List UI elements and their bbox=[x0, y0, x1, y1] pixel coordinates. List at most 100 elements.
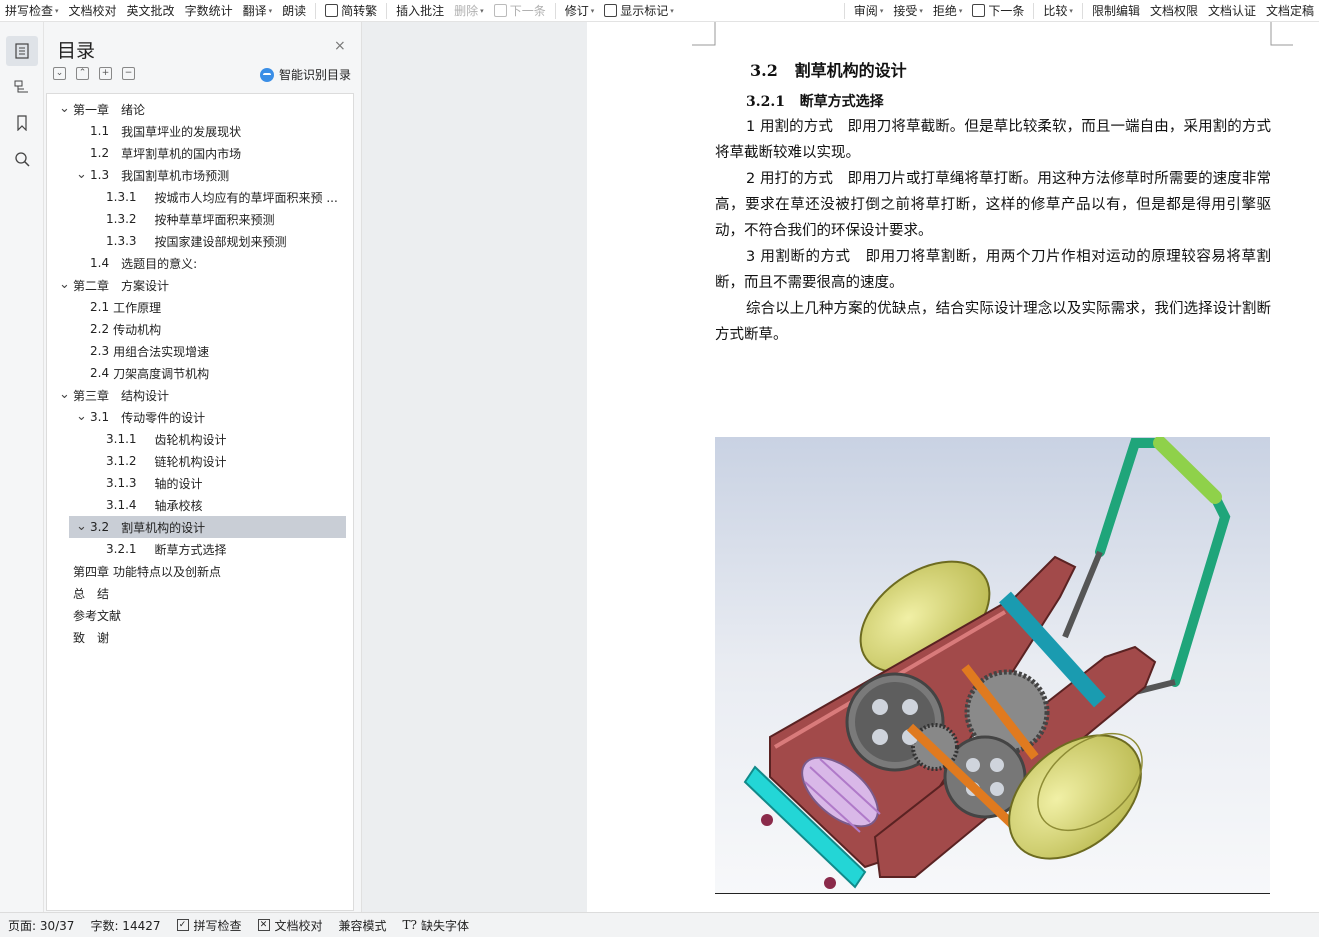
remove-icon[interactable]: − bbox=[122, 67, 135, 80]
toc-item[interactable]: 1.3.2 按种草草坪面积来预测 bbox=[47, 208, 347, 230]
ribbon-button[interactable]: 修订 ▾ bbox=[560, 0, 600, 21]
ribbon-label: 文档定稿 bbox=[1265, 4, 1314, 18]
chevron-down-icon: ▾ bbox=[1069, 6, 1073, 15]
expand-arrow-icon[interactable]: ⌄ bbox=[59, 101, 70, 116]
toc-item-number: 3.1.4 bbox=[106, 498, 137, 512]
toc-item[interactable]: ⌄ 1.3 我国割草机市场预测 bbox=[47, 164, 347, 186]
close-icon[interactable]: × bbox=[334, 38, 346, 54]
collapse-icon[interactable]: ⌃ bbox=[76, 67, 89, 80]
ribbon-label: 文档校对 bbox=[68, 4, 117, 18]
toc-item-number: 第二章 bbox=[73, 278, 110, 293]
compat-mode[interactable]: 兼容模式 bbox=[331, 917, 395, 934]
toc-item[interactable]: 2.3 用组合法实现增速 bbox=[47, 340, 347, 362]
ribbon-button[interactable]: 比较 ▾ bbox=[1038, 0, 1078, 21]
proofread-status[interactable]: ✕ 文档校对 bbox=[250, 917, 331, 934]
expand-arrow-icon[interactable]: ⌄ bbox=[59, 387, 70, 402]
ribbon-button[interactable]: 插入批注 bbox=[391, 0, 449, 21]
toc-item-number: 3.2 bbox=[90, 520, 110, 534]
ribbon-button[interactable]: 文档权限 bbox=[1145, 0, 1203, 21]
ribbon-label: 显示标记 bbox=[620, 4, 669, 18]
toc-item[interactable]: 总结 bbox=[47, 582, 347, 604]
toc-item[interactable]: ⌄ 第一章 绪论 bbox=[47, 98, 347, 120]
toc-item[interactable]: 1.3.1 按城市人均应有的草坪面积来预 ... bbox=[47, 186, 347, 208]
chevron-down-icon: ▾ bbox=[879, 6, 884, 15]
expand-arrow-icon[interactable]: ⌄ bbox=[76, 409, 87, 424]
body-paragraph: 2 用打的方式 即用刀片或打草绳将草打断。用这种方法修草时所需要的速度非常高，要… bbox=[715, 171, 1271, 239]
missing-font-status[interactable]: T? 缺失字体 bbox=[395, 917, 477, 934]
expand-arrow-icon[interactable]: ⌄ bbox=[59, 277, 70, 292]
body-paragraph: 1 用割的方式 即用刀将草截断。但是草比较柔软，而且一端自由，采用割的方式将草截… bbox=[715, 119, 1271, 161]
lawn-mower-figure[interactable] bbox=[715, 437, 1270, 894]
toc-item-number: 致 bbox=[73, 630, 86, 645]
toc-item[interactable]: 1.2 草坪割草机的国内市场 bbox=[47, 142, 347, 164]
next-change-icon bbox=[972, 4, 986, 17]
ribbon-button[interactable]: 接受 ▾ bbox=[888, 0, 928, 21]
toc-item[interactable]: 3.2.1 断草方式选择 bbox=[47, 538, 347, 560]
toc-item[interactable]: 第四章 功能特点以及创新点 bbox=[47, 560, 347, 582]
ribbon-button[interactable]: 审阅 ▾ bbox=[849, 0, 889, 21]
ribbon-button[interactable]: 文档认证 bbox=[1203, 0, 1261, 21]
toc-item-text: 齿轮机构设计 bbox=[154, 432, 227, 447]
toc-item[interactable]: 3.1.4 轴承校核 bbox=[47, 494, 347, 516]
toc-item-number: 1.3.2 bbox=[106, 212, 137, 226]
ribbon-button[interactable]: 字数统计 bbox=[180, 0, 238, 21]
proofread-icon: ✕ bbox=[257, 919, 270, 931]
toc-item-text: 我国草坪业的发展现状 bbox=[121, 124, 242, 139]
toc-item-text: 链轮机构设计 bbox=[154, 454, 227, 469]
spell-check-status[interactable]: ✓ 拼写检查 bbox=[169, 917, 250, 934]
toc-item-number: 3.1.1 bbox=[106, 432, 137, 446]
status-bar: 页面: 30/37 字数: 14427 ✓ 拼写检查 ✕ 文档校对 兼容模式 T? 缺… bbox=[0, 912, 1319, 937]
ribbon-label: 英文批改 bbox=[126, 4, 175, 18]
toc-icon[interactable] bbox=[6, 36, 38, 66]
page-indicator[interactable]: 页面: 30/37 bbox=[0, 917, 82, 934]
toc-item[interactable]: 2.1 工作原理 bbox=[47, 296, 347, 318]
expand-icon[interactable]: ⌄ bbox=[53, 67, 66, 80]
ribbon-button[interactable]: 显示标记 ▾ bbox=[599, 0, 679, 21]
toc-item[interactable]: 1.3.3 按国家建设部规划来预测 bbox=[47, 230, 347, 252]
ribbon-button[interactable]: 拼写检查 ▾ bbox=[0, 0, 64, 21]
toc-item[interactable]: 2.4 刀架高度调节机构 bbox=[47, 362, 347, 384]
ribbon-button[interactable]: 删除 ▾ bbox=[449, 0, 489, 21]
toc-item[interactable]: 1.4 选题目的意义: bbox=[47, 252, 347, 274]
toc-item[interactable]: ⌄ 第二章 方案设计 bbox=[47, 274, 347, 296]
toc-item[interactable]: 1.1 我国草坪业的发展现状 bbox=[47, 120, 347, 142]
ribbon-button[interactable]: 下一条 bbox=[489, 0, 551, 21]
ribbon-button[interactable]: 英文批改 bbox=[122, 0, 180, 21]
ribbon-button[interactable]: 文档校对 bbox=[64, 0, 122, 21]
toc-item[interactable]: 致谢 bbox=[47, 626, 347, 648]
ribbon-button[interactable]: 拒绝 ▾ bbox=[928, 0, 968, 21]
expand-arrow-icon[interactable]: ⌄ bbox=[76, 519, 87, 534]
toc-item-number: 第三章 bbox=[73, 388, 110, 403]
toc-item[interactable]: 3.1.2 链轮机构设计 bbox=[47, 450, 347, 472]
ribbon-button[interactable]: 简转繁 bbox=[320, 0, 382, 21]
toc-item[interactable]: ⌄ 第三章 结构设计 bbox=[47, 384, 347, 406]
toc-item[interactable]: ⌄ 3.2 割草机构的设计 bbox=[69, 516, 346, 538]
toc-item[interactable]: ⌄ 3.1 传动零件的设计 bbox=[47, 406, 347, 428]
bookmark-icon[interactable] bbox=[6, 108, 38, 138]
expand-arrow-icon[interactable]: ⌄ bbox=[76, 167, 87, 182]
ribbon-button[interactable]: 朗读 bbox=[277, 0, 311, 21]
toc-item-text: 按城市人均应有的草坪面积来预 ... bbox=[154, 190, 338, 205]
toc-item-number: 1.4 bbox=[90, 256, 110, 270]
chevron-down-icon: ▾ bbox=[919, 6, 923, 15]
ribbon-button[interactable]: 限制编辑 bbox=[1087, 0, 1145, 21]
add-icon[interactable]: + bbox=[99, 67, 112, 80]
word-count[interactable]: 字数: 14427 bbox=[82, 917, 168, 934]
chevron-down-icon: ▾ bbox=[958, 6, 963, 15]
toc-item[interactable]: 3.1.1 齿轮机构设计 bbox=[47, 428, 347, 450]
toc-item[interactable]: 2.2 传动机构 bbox=[47, 318, 347, 340]
toc-item[interactable]: 参考文献 bbox=[47, 604, 347, 626]
ribbon-button[interactable]: 文档定稿 bbox=[1261, 0, 1319, 21]
search-icon[interactable] bbox=[6, 144, 38, 174]
ribbon-label: 限制编辑 bbox=[1091, 4, 1140, 18]
body-paragraph: 3 用割断的方式 即用刀将草割断，用两个刀片作相对运动的原理较容易将草割断，而且… bbox=[715, 249, 1271, 291]
ribbon-label: 审阅 bbox=[853, 4, 878, 18]
toc-item-text: 刀架高度调节机构 bbox=[113, 366, 210, 381]
outline-icon[interactable] bbox=[6, 72, 38, 102]
ribbon-button[interactable]: 下一条 bbox=[967, 0, 1029, 21]
ribbon-button[interactable]: 翻译 ▾ bbox=[238, 0, 278, 21]
toc-item[interactable]: 3.1.3 轴的设计 bbox=[47, 472, 347, 494]
toc-item-number: 3.2.1 bbox=[106, 542, 137, 556]
ribbon-label: 接受 bbox=[893, 4, 918, 18]
smart-toc-button[interactable]: 智能识别目录 bbox=[260, 66, 351, 83]
